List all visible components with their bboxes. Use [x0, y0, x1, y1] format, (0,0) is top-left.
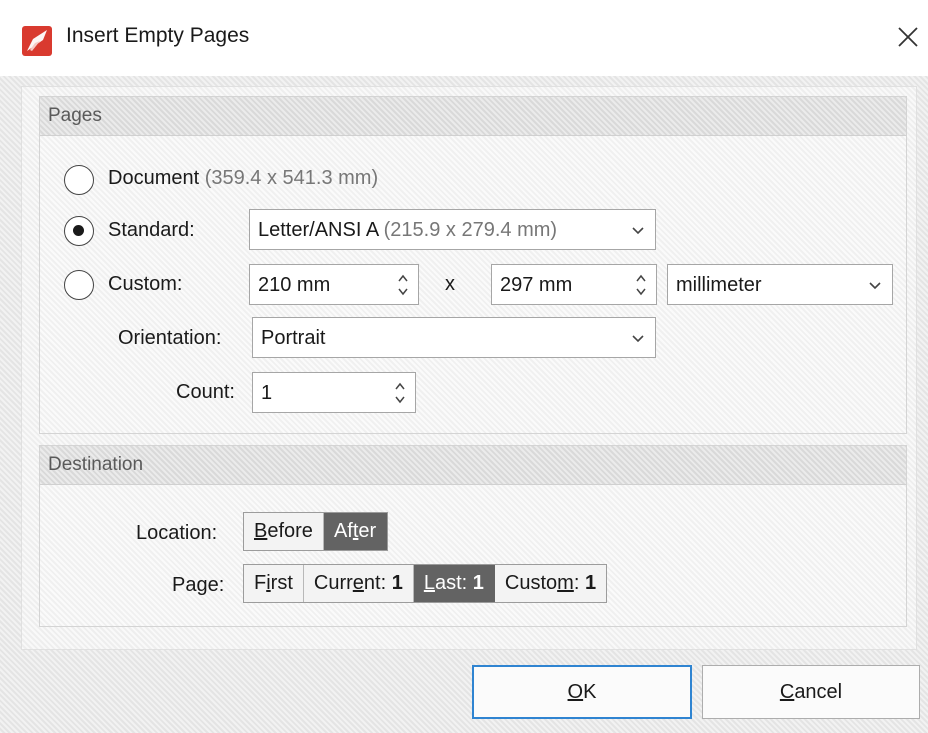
document-radio[interactable]	[64, 165, 94, 195]
standard-radio[interactable]	[64, 216, 94, 246]
count-value: 1	[261, 382, 273, 404]
page-current-button[interactable]: Current: 1	[304, 565, 414, 602]
pages-group-header: Pages	[40, 97, 906, 136]
page-label: Page:	[172, 574, 225, 596]
chevron-down-icon	[632, 227, 644, 235]
document-size: (359.4 x 541.3 mm)	[199, 167, 379, 189]
location-before-button[interactable]: Before	[244, 513, 324, 550]
page-segmented-control: First Current: 1 Last: 1 Custom: 1	[243, 564, 608, 603]
spinner-updown-icon[interactable]	[393, 379, 407, 407]
spinner-updown-icon[interactable]	[634, 271, 648, 299]
standard-size-dims: (215.9 x 279.4 mm)	[378, 219, 558, 241]
orientation-value: Portrait	[261, 327, 326, 349]
destination-group-header: Destination	[40, 446, 906, 485]
orientation-label: Orientation:	[118, 327, 222, 349]
custom-label[interactable]: Custom:	[108, 273, 182, 296]
radio-selected-dot	[73, 225, 84, 236]
custom-page-number: 1	[584, 572, 597, 594]
unit-dropdown[interactable]: millimeter	[667, 264, 893, 305]
standard-label[interactable]: Standard:	[108, 219, 195, 242]
spinner-updown-icon[interactable]	[396, 271, 410, 299]
custom-radio[interactable]	[64, 270, 94, 300]
app-logo-icon	[22, 26, 52, 56]
title-bar: Insert Empty Pages	[0, 0, 928, 76]
page-first-button[interactable]: First	[244, 565, 304, 602]
count-stepper[interactable]: 1	[252, 372, 416, 413]
location-label: Location:	[136, 522, 218, 544]
cancel-button[interactable]: Cancel	[702, 665, 920, 719]
window-title: Insert Empty Pages	[66, 24, 250, 47]
times-label: x	[445, 273, 455, 295]
custom-height-stepper[interactable]: 297 mm	[491, 264, 657, 305]
standard-size-name: Letter/ANSI A	[258, 219, 379, 241]
count-label: Count:	[176, 381, 235, 403]
last-page-number: 1	[472, 572, 484, 594]
document-label[interactable]: Document (359.4 x 541.3 mm)	[108, 167, 378, 190]
location-segmented-control: Before After	[243, 512, 389, 551]
location-after-button[interactable]: After	[323, 513, 388, 550]
close-icon[interactable]	[893, 22, 923, 52]
page-custom-button[interactable]: Custom: 1	[495, 565, 606, 602]
current-page-number: 1	[391, 572, 403, 594]
standard-size-dropdown[interactable]: Letter/ANSI A (215.9 x 279.4 mm)	[249, 209, 656, 250]
custom-height-value: 297 mm	[500, 274, 573, 296]
chevron-down-icon	[869, 282, 881, 290]
custom-width-stepper[interactable]: 210 mm	[249, 264, 419, 305]
orientation-dropdown[interactable]: Portrait	[252, 317, 656, 358]
unit-value: millimeter	[676, 274, 762, 296]
page-last-button[interactable]: Last: 1	[413, 565, 495, 602]
chevron-down-icon	[632, 335, 644, 343]
custom-width-value: 210 mm	[258, 274, 331, 296]
ok-button[interactable]: OK	[472, 665, 692, 719]
